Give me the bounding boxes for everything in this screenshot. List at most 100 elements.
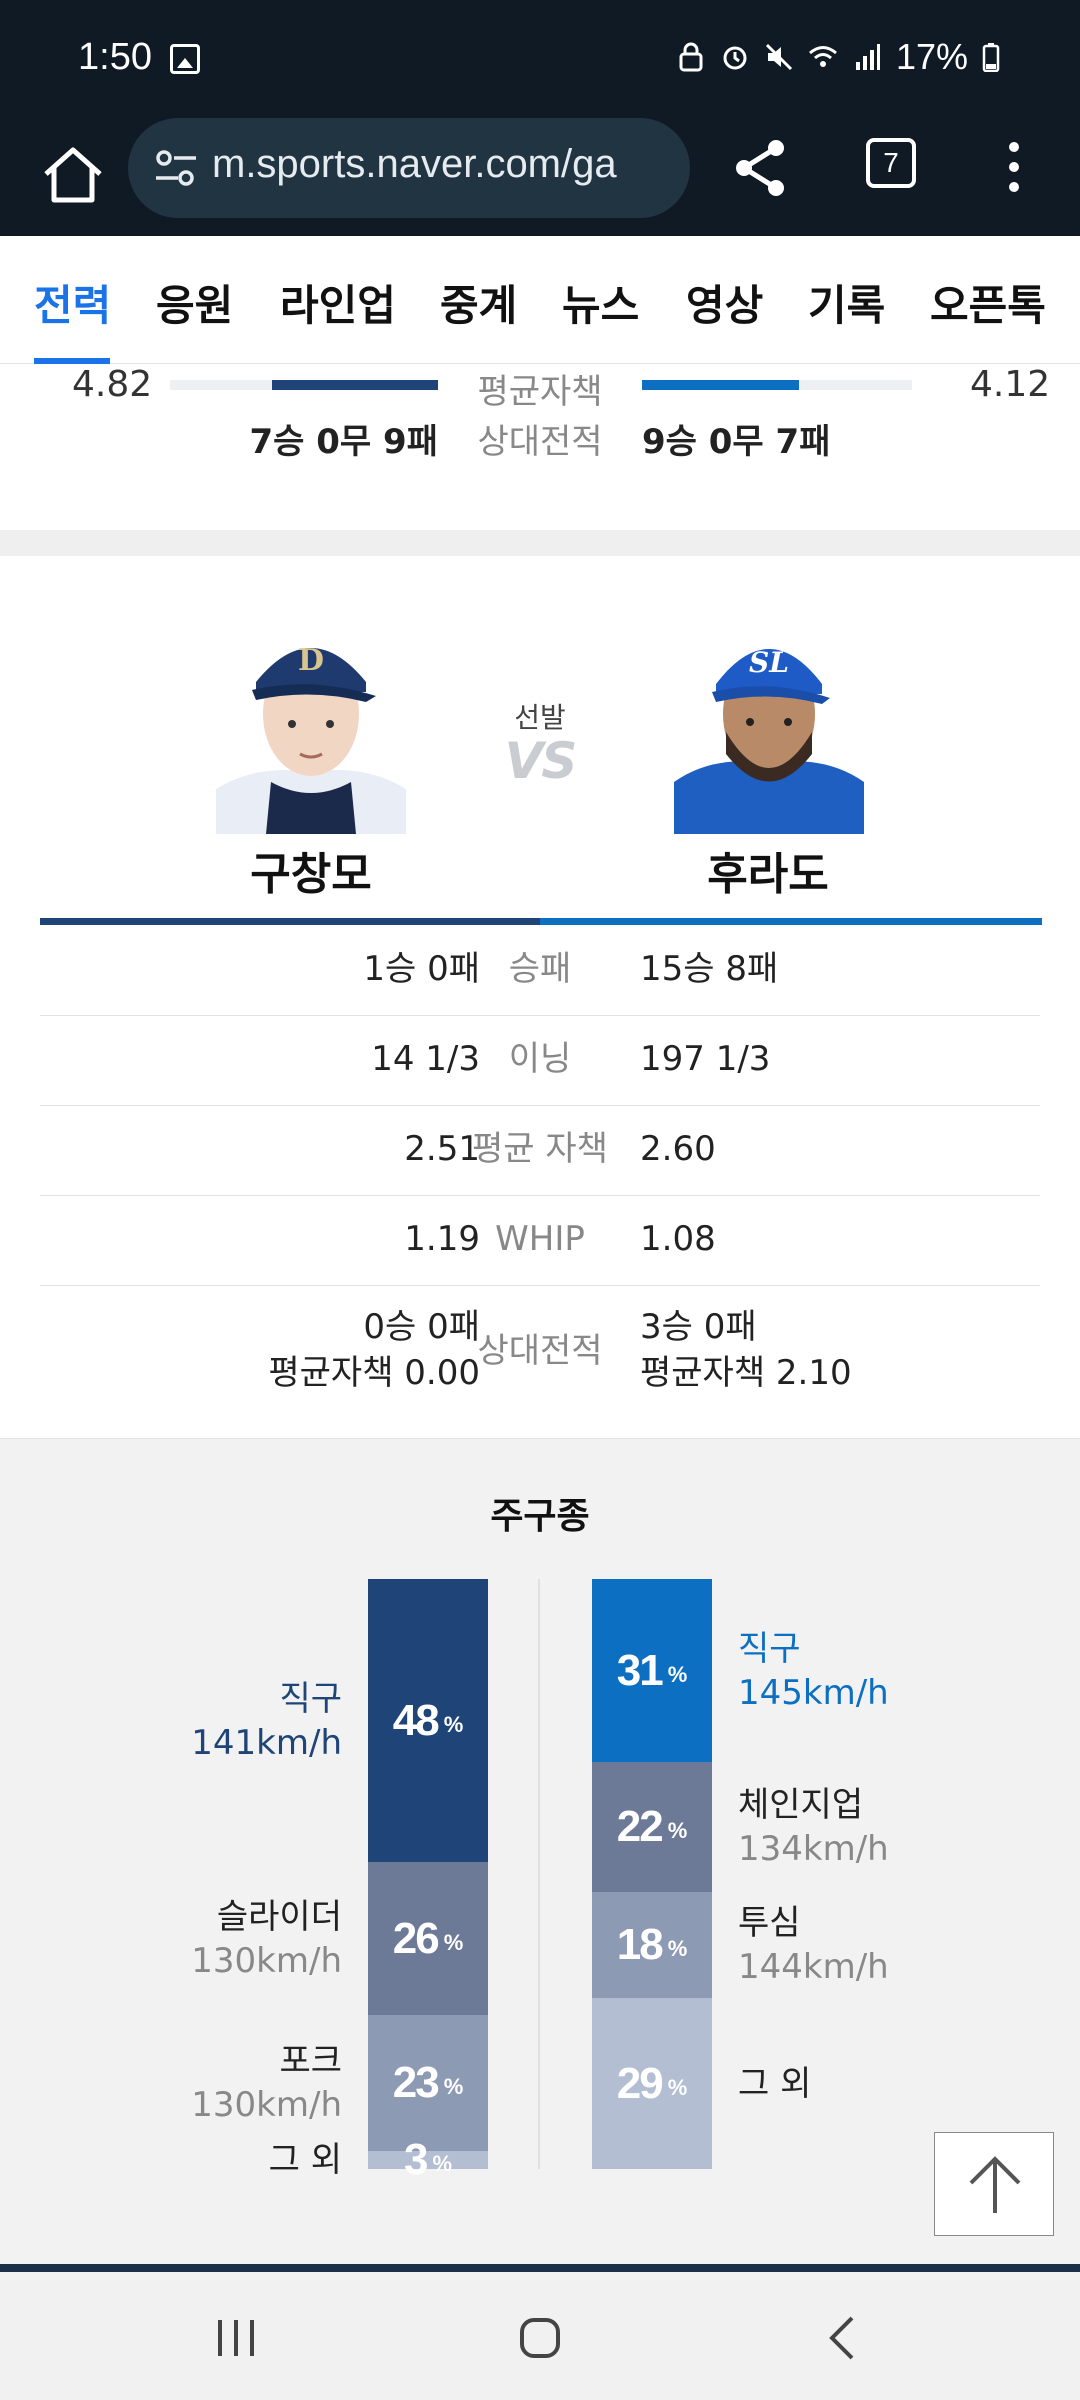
svg-text:SL: SL: [749, 646, 789, 679]
pitch-percent-value: 22: [616, 1802, 664, 1851]
left-pitch-bar-1: 26%: [368, 1862, 488, 2015]
pitch-speed: 130km/h: [191, 1941, 342, 1981]
lock-icon: [679, 42, 703, 72]
recent-apps-icon[interactable]: [214, 2316, 258, 2360]
share-icon[interactable]: [730, 136, 792, 200]
record-label: 상대전적: [477, 422, 603, 462]
status-time: 1:50: [78, 36, 152, 78]
stat-label: 상대전적: [477, 1331, 603, 1371]
tab-switcher-button[interactable]: 7: [866, 138, 916, 188]
svg-text:D: D: [298, 643, 324, 678]
pitch-percent-value: 48: [392, 1695, 440, 1745]
pitch-percent-value: 23: [392, 2058, 440, 2107]
h2h-left-era: 평균자책 0.00: [268, 1353, 480, 1393]
pitch-speed: 144km/h: [738, 1947, 889, 1987]
pitch-mix-title: 주구종: [490, 1496, 590, 1537]
tab-news[interactable]: 뉴스: [562, 272, 639, 333]
pitch-name: 슬라이더: [216, 1897, 342, 1937]
tab-cheer[interactable]: 응원: [156, 272, 233, 333]
tab-records[interactable]: 기록: [808, 272, 885, 333]
left-pitch-bar-2: 23%: [368, 2015, 488, 2151]
left-pitch-bar-0: 48%: [368, 1579, 488, 1862]
starting-pitchers: D SL 구창모 선발 VS 후라도 1승 0패 승패 15승 8패 14 1/…: [0, 556, 1080, 1436]
tab-lineup[interactable]: 라인업: [280, 272, 396, 333]
stat-right: 2.60: [640, 1129, 716, 1169]
right-pitch-bar-0: 31%: [592, 1579, 712, 1762]
era-right-value: 4.12: [970, 364, 1051, 405]
home-icon[interactable]: [36, 138, 110, 212]
battery-icon: [982, 43, 1000, 72]
record-left: 7승 0무 9패: [249, 422, 439, 462]
image-notification-icon: [170, 44, 200, 74]
era-right-bar-fill: [642, 380, 799, 390]
battery-percent: 17%: [895, 36, 968, 77]
left-player-name[interactable]: 구창모: [161, 838, 461, 902]
pitch-speed: 141km/h: [191, 1723, 342, 1763]
status-icons: 17%: [676, 36, 1000, 78]
tab-lineup-strength[interactable]: 전력: [34, 272, 111, 333]
h2h-right: 3승 0패 평균자책 2.10: [640, 1304, 852, 1396]
stat-right: 1.08: [640, 1219, 716, 1259]
right-pitch-bar-1: 22%: [592, 1762, 712, 1892]
address-bar[interactable]: m.sports.naver.com/ga: [128, 118, 690, 218]
left-pitch-label-3: 그 외: [269, 2138, 342, 2182]
left-pitch-label-1: 슬라이더 130km/h: [191, 1895, 342, 1983]
left-team-line: [40, 918, 540, 925]
era-left-bar-fill: [271, 380, 438, 390]
stat-label: 승패: [508, 949, 572, 989]
right-pitch-bar-3: 29%: [592, 1998, 712, 2169]
starter-label: 선발: [514, 701, 566, 734]
pitch-name: 직구: [738, 1629, 801, 1669]
scroll-top-button[interactable]: [934, 2132, 1054, 2236]
era-right-bar: [642, 380, 912, 390]
wifi-icon: [808, 46, 837, 67]
tab-broadcast[interactable]: 중계: [440, 272, 517, 333]
stat-row-wl: 1승 0패 승패 15승 8패: [40, 926, 1040, 1016]
signal-icon: [855, 44, 880, 70]
right-player-name[interactable]: 후라도: [618, 838, 918, 902]
back-icon[interactable]: [822, 2314, 862, 2362]
tab-open-talk[interactable]: 오픈톡: [930, 272, 1046, 333]
right-pitch-label-3: 그 외: [738, 2062, 811, 2106]
left-player-photo[interactable]: D: [216, 604, 406, 834]
percent-sign: %: [667, 1818, 688, 1843]
vs-mark: VS: [504, 732, 578, 790]
stat-right: 197 1/3: [640, 1039, 771, 1079]
site-settings-icon[interactable]: [154, 148, 198, 188]
pitch-name: 그 외: [268, 2140, 342, 2180]
status-bar: 1:50 17%: [0, 0, 1080, 118]
pitch-percent-value: 26: [392, 1913, 440, 1963]
stat-right: 15승 8패: [640, 949, 779, 989]
pitch-name: 투심: [738, 1903, 801, 1943]
system-nav-bar: [0, 2272, 1080, 2400]
h2h-right-era: 평균자책 2.10: [640, 1353, 852, 1393]
arrow-up-icon: [969, 2156, 1021, 2213]
stat-label: WHIP: [495, 1219, 585, 1259]
left-pitch-label-2: 포크 130km/h: [191, 2039, 342, 2127]
stat-label: 평균 자책: [472, 1129, 608, 1169]
era-left-bar: [170, 380, 438, 390]
pitch-percent-value: 29: [616, 2058, 664, 2108]
stat-row-era: 2.51 평균 자책 2.60: [40, 1106, 1040, 1196]
team-summary: 4.82 평균자책 4.12 7승 0무 9패 상대전적 9승 0무 7패: [0, 364, 1080, 530]
tab-video[interactable]: 영상: [686, 272, 763, 333]
pitch-name: 그 외: [738, 2064, 812, 2104]
stat-row-h2h: 0승 0패 평균자책 0.00 상대전적 3승 0패 평균자책 2.10: [40, 1286, 1040, 1436]
right-pitch-bar-2: 18%: [592, 1892, 712, 1998]
section-divider: [0, 530, 1080, 556]
mute-icon: [765, 43, 792, 71]
more-menu-icon[interactable]: [1004, 138, 1024, 198]
right-player-photo[interactable]: SL: [674, 604, 864, 834]
percent-sign: %: [667, 1936, 688, 1961]
percent-sign: %: [443, 1711, 464, 1737]
percent-sign: %: [432, 2151, 453, 2176]
stat-label: 이닝: [508, 1039, 572, 1079]
home-nav-icon[interactable]: [516, 2314, 564, 2362]
stat-row-innings: 14 1/3 이닝 197 1/3: [40, 1016, 1040, 1106]
percent-sign: %: [667, 1661, 688, 1687]
pitch-percent-value: 31: [616, 1645, 664, 1695]
h2h-left: 0승 0패 평균자책 0.00: [268, 1304, 480, 1396]
pitch-percent-value: 18: [616, 1920, 664, 1969]
pitch-divider: [538, 1579, 540, 2169]
left-pitch-label-0: 직구 141km/h: [191, 1677, 342, 1765]
